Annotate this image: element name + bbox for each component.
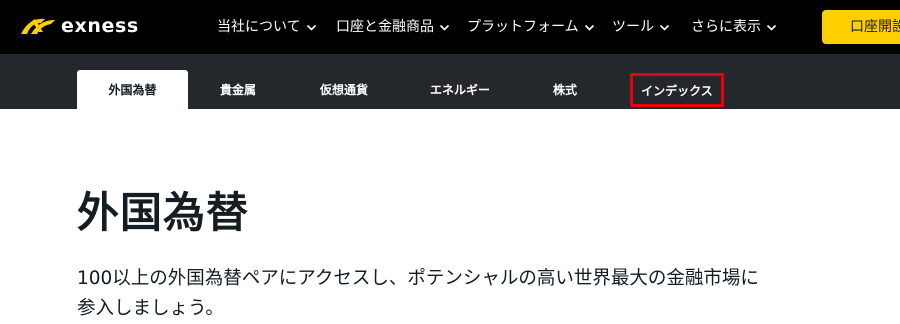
nav-label: プラットフォーム bbox=[467, 19, 579, 35]
tab-energies[interactable]: エネルギー bbox=[412, 70, 508, 109]
nav-label: 口座と金融商品 bbox=[336, 19, 434, 35]
tab-label: 外国為替 bbox=[108, 83, 157, 97]
nav-more[interactable]: さらに表示 bbox=[691, 17, 777, 37]
tab-label: 仮想通貨 bbox=[319, 83, 368, 97]
chevron-down-icon bbox=[584, 24, 594, 31]
tab-metals[interactable]: 貴金属 bbox=[199, 70, 277, 109]
open-account-button[interactable]: 口座開設 bbox=[822, 10, 900, 44]
page-description: 100以上の外国為替ペアにアクセスし、ポテンシャルの高い世界最大の金融市場に参入… bbox=[77, 268, 759, 319]
nav-platforms[interactable]: プラットフォーム bbox=[467, 17, 595, 37]
nav-label: さらに表示 bbox=[691, 19, 761, 35]
tab-label: インデックス bbox=[641, 83, 713, 98]
brand-name: exness bbox=[61, 15, 139, 37]
chevron-down-icon bbox=[439, 24, 450, 31]
tab-label: エネルギー bbox=[429, 83, 490, 97]
instrument-tabs-bar: 外国為替 貴金属 仮想通貨 エネルギー 株式 bbox=[0, 54, 900, 109]
page-title: 外国為替 bbox=[77, 188, 250, 237]
nav-about[interactable]: 当社について bbox=[217, 17, 317, 37]
chevron-down-icon bbox=[306, 24, 316, 31]
exness-logo-icon bbox=[21, 18, 55, 34]
chevron-down-icon bbox=[659, 24, 670, 31]
tab-label: 株式 bbox=[552, 83, 577, 97]
nav-label: ツール bbox=[612, 19, 654, 35]
nav-label: 当社について bbox=[217, 19, 301, 35]
tab-crypto[interactable]: 仮想通貨 bbox=[300, 70, 388, 109]
nav-accounts-instruments[interactable]: 口座と金融商品 bbox=[336, 17, 450, 37]
tab-stocks[interactable]: 株式 bbox=[535, 70, 595, 109]
exness-logo[interactable]: exness bbox=[19, 14, 139, 38]
tab-label: 貴金属 bbox=[219, 83, 256, 97]
chevron-down-icon bbox=[766, 24, 777, 31]
tab-forex[interactable]: 外国為替 bbox=[77, 70, 188, 109]
tab-indices[interactable]: インデックス bbox=[630, 73, 724, 107]
top-navigation-bar: exness 当社について 口座と金融商品 プラットフォーム ツール さらに表示… bbox=[0, 0, 900, 54]
nav-tools[interactable]: ツール bbox=[612, 17, 670, 37]
